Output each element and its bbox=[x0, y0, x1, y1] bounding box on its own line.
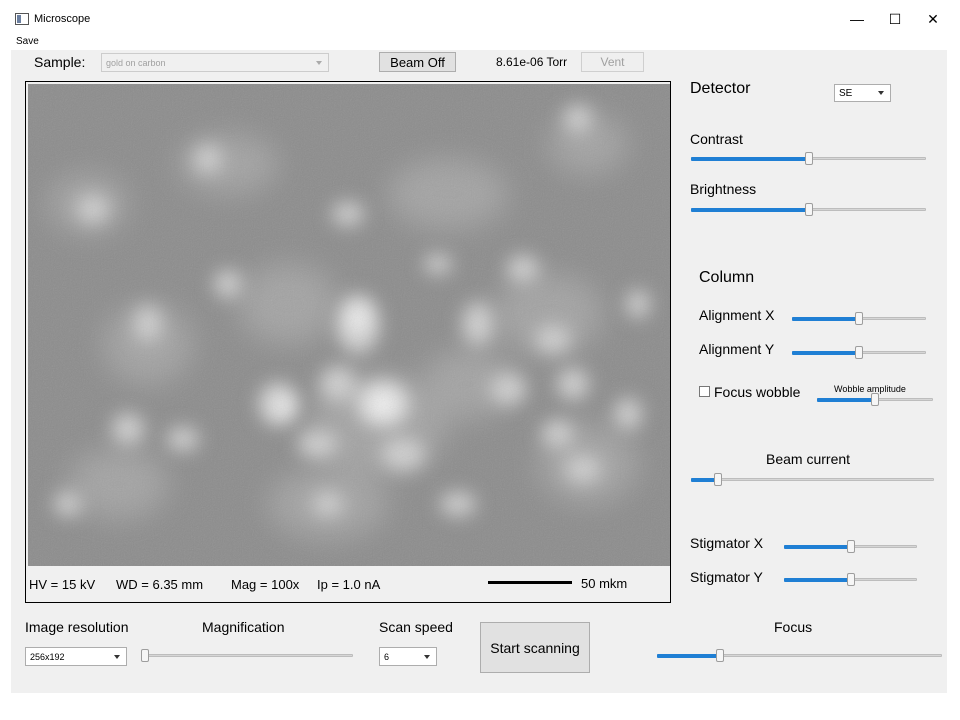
title-bar bbox=[0, 0, 960, 38]
beam-off-button[interactable]: Beam Off bbox=[379, 52, 456, 72]
ip-readout: Ip = 1.0 nA bbox=[317, 577, 381, 592]
close-button[interactable]: ✕ bbox=[914, 0, 952, 38]
sem-image[interactable] bbox=[28, 84, 670, 566]
beam-current-label: Beam current bbox=[766, 451, 851, 467]
chevron-down-icon bbox=[878, 91, 884, 95]
sample-label: Sample: bbox=[34, 54, 86, 70]
stigmator-y-slider[interactable] bbox=[784, 573, 917, 586]
slider-handle[interactable] bbox=[846, 573, 855, 586]
slider-handle[interactable] bbox=[855, 312, 863, 325]
alignment-x-label: Alignment X bbox=[699, 307, 775, 323]
wobble-amplitude-label: Wobble amplitude bbox=[834, 384, 906, 394]
wd-readout: WD = 6.35 mm bbox=[116, 577, 204, 592]
image-panel bbox=[25, 81, 671, 603]
focus-slider[interactable] bbox=[657, 649, 942, 662]
scan-speed-combobox[interactable]: 6 bbox=[379, 647, 437, 666]
slider-handle[interactable] bbox=[804, 203, 813, 216]
focus-wobble-checkbox[interactable] bbox=[699, 386, 710, 397]
slider-handle[interactable] bbox=[855, 346, 863, 359]
detector-heading: Detector bbox=[690, 80, 751, 97]
detector-combobox[interactable]: SE bbox=[834, 84, 891, 102]
column-heading: Column bbox=[699, 269, 755, 286]
detector-combobox-value: SE bbox=[839, 87, 853, 99]
slider-handle[interactable] bbox=[715, 649, 724, 662]
contrast-label: Contrast bbox=[690, 131, 743, 147]
slider-handle[interactable] bbox=[804, 152, 813, 165]
mag-readout: Mag = 100x bbox=[231, 577, 300, 592]
hv-readout: HV = 15 kV bbox=[29, 577, 96, 592]
chevron-down-icon bbox=[316, 60, 322, 65]
slider-handle[interactable] bbox=[713, 473, 722, 486]
pressure-readout: 8.61e-06 Torr bbox=[496, 55, 568, 69]
magnification-label: Magnification bbox=[202, 619, 285, 635]
slider-handle[interactable] bbox=[846, 540, 855, 553]
chevron-down-icon bbox=[424, 654, 430, 659]
scale-bar-label: 50 mkm bbox=[581, 576, 628, 591]
focus-wobble-label: Focus wobble bbox=[714, 384, 801, 400]
contrast-slider[interactable] bbox=[691, 152, 926, 165]
window-title: Microscope bbox=[34, 13, 91, 25]
maximize-button[interactable]: ☐ bbox=[876, 0, 914, 38]
menu-bar bbox=[0, 34, 960, 50]
scan-speed-label: Scan speed bbox=[379, 619, 453, 635]
app-window-icon bbox=[15, 13, 29, 25]
brightness-slider[interactable] bbox=[691, 203, 926, 216]
image-resolution-label: Image resolution bbox=[25, 619, 129, 635]
slider-handle[interactable] bbox=[871, 393, 879, 406]
brightness-label: Brightness bbox=[690, 181, 757, 197]
scale-bar bbox=[488, 581, 572, 584]
stigmator-x-slider[interactable] bbox=[784, 540, 917, 553]
image-resolution-combobox[interactable]: 256x192 bbox=[25, 647, 127, 666]
vent-button[interactable]: Vent bbox=[581, 52, 644, 72]
alignment-y-slider[interactable] bbox=[792, 346, 926, 359]
alignment-x-slider[interactable] bbox=[792, 312, 926, 325]
stigmator-y-label: Stigmator Y bbox=[690, 569, 763, 585]
wobble-amplitude-slider[interactable] bbox=[817, 393, 933, 406]
beam-current-slider[interactable] bbox=[691, 473, 934, 486]
start-scanning-button[interactable]: Start scanning bbox=[480, 622, 590, 673]
sample-combobox-value: gold on carbon bbox=[106, 57, 166, 68]
slider-handle[interactable] bbox=[141, 649, 149, 662]
image-resolution-value: 256x192 bbox=[30, 651, 65, 662]
magnification-slider[interactable] bbox=[141, 649, 353, 662]
menu-save[interactable]: Save bbox=[16, 36, 39, 47]
focus-label: Focus bbox=[774, 619, 813, 635]
chevron-down-icon bbox=[114, 654, 120, 659]
minimize-button[interactable]: — bbox=[838, 0, 876, 38]
alignment-y-label: Alignment Y bbox=[699, 341, 775, 357]
sample-combobox[interactable]: gold on carbon bbox=[101, 53, 329, 72]
stigmator-x-label: Stigmator X bbox=[690, 535, 764, 551]
scan-speed-value: 6 bbox=[384, 651, 390, 662]
